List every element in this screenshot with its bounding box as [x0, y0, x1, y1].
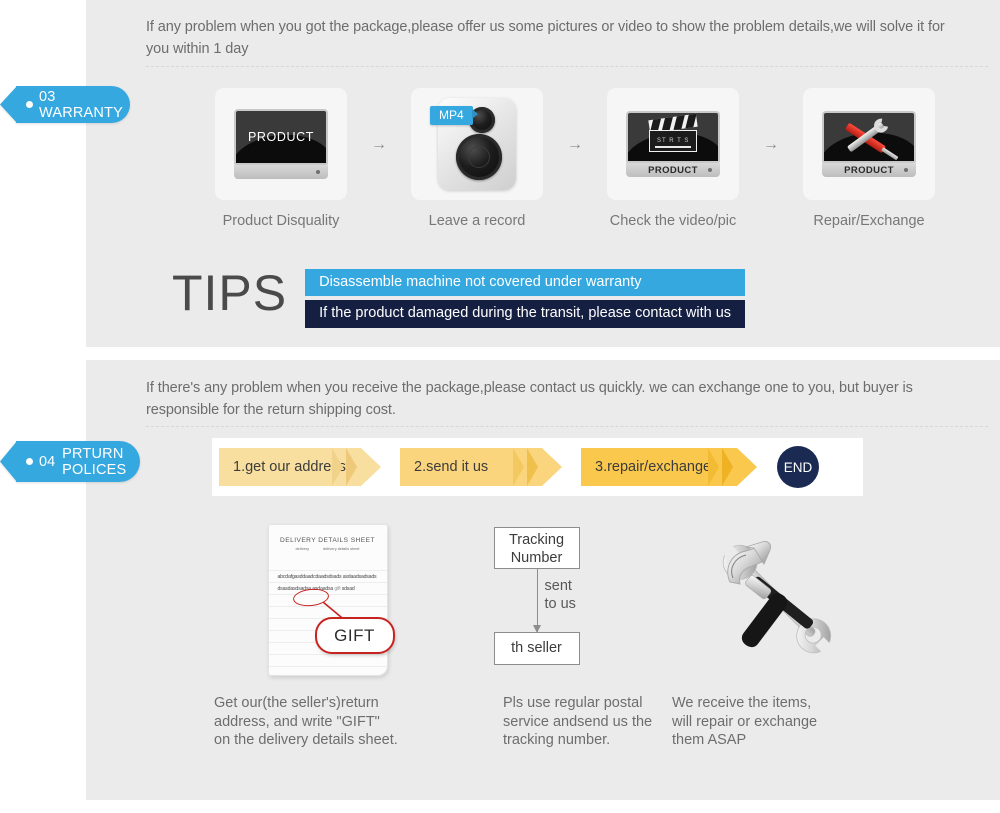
- tools-icon: [841, 116, 897, 158]
- monitor-base: [234, 165, 328, 179]
- chevron-arrow-icon: [513, 448, 524, 486]
- tools-art: [702, 524, 852, 674]
- monitor-base: PRODUCT: [822, 163, 916, 177]
- camera-icon: MP4: [430, 98, 516, 190]
- monitor-screen: PRODUCT: [234, 109, 328, 165]
- return-steps-card: 1.get our address 2.send it us 3.repair/…: [212, 438, 863, 496]
- tips-heading: TIPS: [172, 265, 288, 321]
- hammer-wrench-illustration: [656, 524, 889, 694]
- warranty-step-4-caption: Repair/Exchange: [813, 213, 925, 229]
- tracking-flow-diagram: Tracking Number sent to us th seller: [423, 524, 656, 694]
- returns-column-1-caption: Get our(the seller's)return address, and…: [214, 695, 398, 748]
- section-tag-returns-label: PRTURN POLICES: [62, 445, 127, 478]
- warranty-steps-row: PRODUCT Product Disquality → MP4 Leave a…: [210, 88, 940, 229]
- warranty-step-3-caption: Check the video/pic: [609, 213, 737, 229]
- return-step-2[interactable]: 2.send it us: [400, 448, 562, 486]
- warranty-step-4-tile: PRODUCT: [803, 88, 935, 200]
- monitor-screen: [822, 111, 916, 163]
- sheet-body-text: abcdafgasddaadcdaadsdsads asdaadsadsadsd…: [278, 571, 378, 595]
- monitor-screen: ST R T S: [626, 111, 720, 163]
- tip-bar-transit: If the product damaged during the transi…: [305, 300, 746, 328]
- tip-bar-warranty: Disassemble machine not covered under wa…: [305, 269, 746, 296]
- sheet-body-line-4: sdsad: [341, 586, 355, 592]
- delivery-sheet-illustration: DELIVERY DETAILS SHEET delivery delivery…: [190, 524, 423, 694]
- chevron-arrow-icon: [332, 448, 343, 486]
- return-step-1[interactable]: 1.get our address: [219, 448, 381, 486]
- power-led-icon: [316, 170, 320, 174]
- returns-intro-text: If there's any problem when you receive …: [146, 380, 913, 418]
- warranty-step-1-caption: Product Disquality: [222, 213, 340, 229]
- return-step-3[interactable]: 3.repair/exchange: [581, 448, 757, 486]
- warranty-step-1: PRODUCT Product Disquality: [210, 88, 352, 229]
- tips-block: TIPS Disassemble machine not covered und…: [172, 264, 746, 328]
- section-tag-returns: 04 PRTURN POLICES: [0, 441, 140, 482]
- warranty-step-2-tile: MP4: [411, 88, 543, 200]
- arrow-line: [536, 569, 538, 632]
- tips-bars: Disassemble machine not covered under wa…: [305, 264, 746, 328]
- warranty-step-3: ST R T S PRODUCT Check the video/pic: [602, 88, 744, 229]
- end-badge: END: [777, 446, 819, 488]
- clapper-text: ST R T S: [657, 138, 690, 144]
- monitor-icon: PRODUCT: [234, 109, 328, 179]
- returns-divider: [146, 426, 988, 427]
- tag-point-icon: [0, 86, 17, 123]
- return-step-3-label: 3.repair/exchange: [595, 459, 712, 475]
- chevron-arrow-icon: [708, 448, 719, 486]
- monitor-bezel-text: PRODUCT: [648, 164, 698, 176]
- warranty-step-4: PRODUCT Repair/Exchange: [798, 88, 940, 229]
- monitor-screen-text: PRODUCT: [247, 130, 314, 144]
- warranty-step-2: MP4 Leave a record: [406, 88, 548, 229]
- section-tag-returns-number: 04: [39, 453, 56, 470]
- returns-column-2: Tracking Number sent to us th seller Pls…: [423, 524, 656, 750]
- flow-arrow-label: sent to us: [544, 578, 576, 612]
- step-arrow-2-icon: →: [567, 136, 583, 153]
- returns-column-3: We receive the items, will repair or exc…: [656, 524, 889, 750]
- repair-tools-monitor-icon: PRODUCT: [822, 111, 916, 177]
- section-tag-warranty: 03 WARRANTY: [0, 86, 130, 123]
- monitor-base: PRODUCT: [626, 163, 720, 177]
- hammer-wrench-svg: [722, 541, 831, 654]
- returns-column-3-caption: We receive the items, will repair or exc…: [672, 695, 818, 748]
- returns-columns-row: DELIVERY DETAILS SHEET delivery delivery…: [190, 524, 890, 750]
- sheet-subtitle-right: delivery details sheet: [323, 547, 360, 551]
- mp4-badge: MP4: [430, 106, 478, 125]
- return-step-2-label: 2.send it us: [414, 459, 489, 475]
- flow-box-seller: th seller: [493, 632, 580, 665]
- chevron-arrow-icon: [527, 448, 538, 486]
- sheet-title: DELIVERY DETAILS SHEET: [280, 537, 375, 544]
- section-tag-warranty-label: 03 WARRANTY: [39, 88, 124, 121]
- gift-callout-badge: GIFT: [314, 617, 395, 654]
- power-led-icon: [708, 168, 712, 172]
- returns-column-2-caption: Pls use regular postal service andsend u…: [503, 695, 653, 748]
- warranty-divider: [146, 66, 988, 67]
- tag-bullet-icon: [26, 458, 33, 465]
- returns-column-1: DELIVERY DETAILS SHEET delivery delivery…: [190, 524, 423, 750]
- sheet-body-line-1: abcdafgasddaadcdaadsdsads: [277, 574, 342, 580]
- sheet-subtitle-left: delivery: [295, 547, 310, 551]
- monitor-bezel-text: PRODUCT: [844, 164, 894, 176]
- arrow-head: [532, 625, 541, 633]
- power-led-icon: [904, 168, 908, 172]
- sheet-subtitle: delivery delivery details sheet: [269, 547, 387, 551]
- tag-point-icon: [0, 441, 17, 482]
- clapperboard-icon: ST R T S: [647, 113, 699, 157]
- clapper-body: ST R T S: [649, 130, 697, 152]
- warranty-step-1-tile: PRODUCT: [215, 88, 347, 200]
- clapperboard-monitor-icon: ST R T S PRODUCT: [626, 111, 720, 177]
- return-step-1-label: 1.get our address: [233, 459, 346, 475]
- flow-container: Tracking Number sent to us th seller: [491, 524, 641, 665]
- flow-arrow-down-icon: sent to us: [491, 569, 641, 633]
- warranty-intro-text: If any problem when you got the package,…: [146, 19, 945, 57]
- flow-box-tracking-number: Tracking Number: [493, 527, 580, 569]
- sheet-gift-word: gift: [333, 586, 342, 592]
- tag-bullet-icon: [26, 101, 33, 108]
- chevron-arrow-icon: [346, 448, 357, 486]
- warranty-step-2-caption: Leave a record: [428, 213, 526, 229]
- camera-lens-large-icon: [456, 134, 502, 180]
- chevron-arrow-icon: [722, 448, 733, 486]
- delivery-sheet: DELIVERY DETAILS SHEET delivery delivery…: [267, 524, 395, 676]
- step-arrow-3-icon: →: [763, 136, 779, 153]
- warranty-step-3-tile: ST R T S PRODUCT: [607, 88, 739, 200]
- step-arrow-1-icon: →: [371, 136, 387, 153]
